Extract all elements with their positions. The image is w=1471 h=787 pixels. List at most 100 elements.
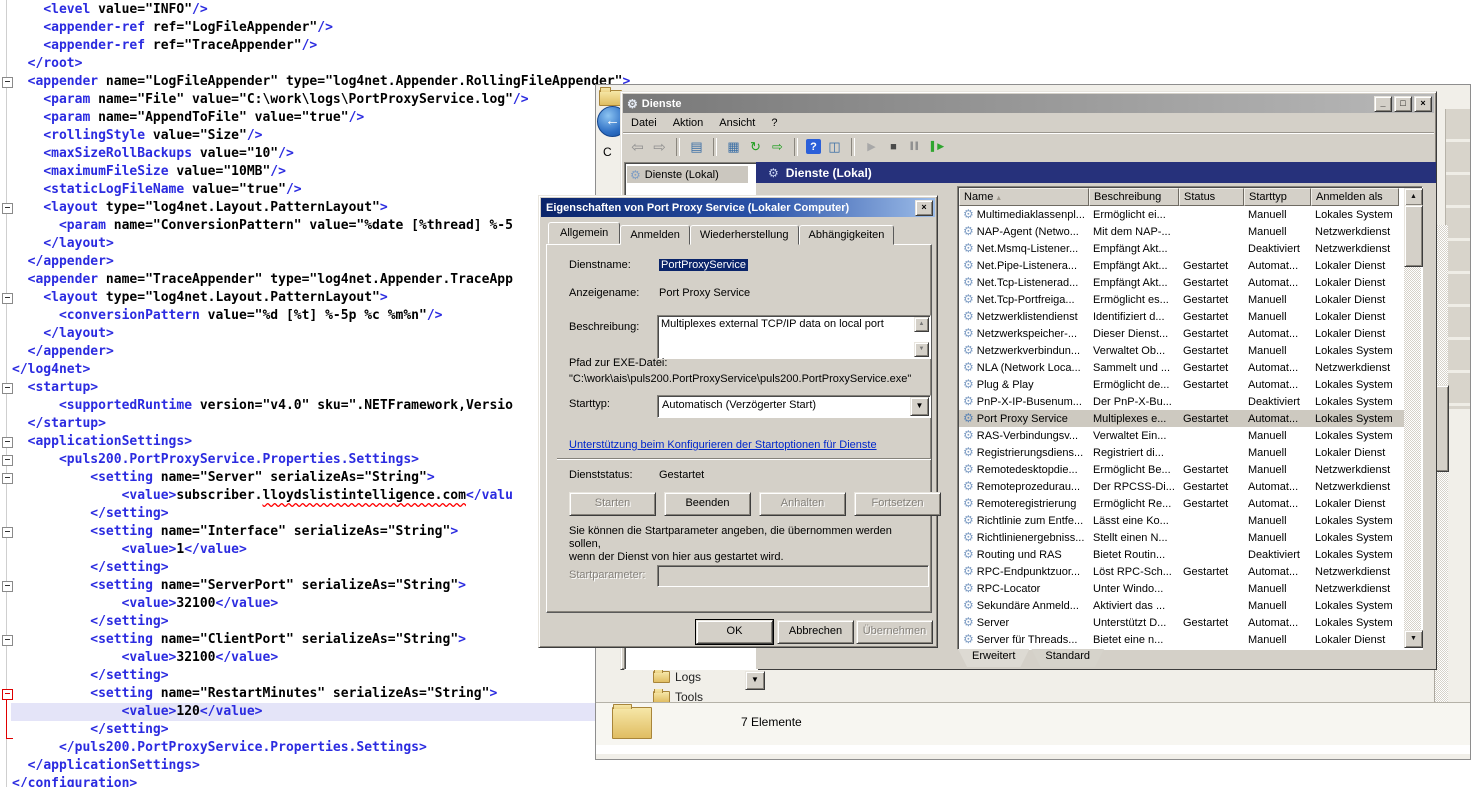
service-gear-icon: ⚙ [963, 463, 974, 476]
table-row[interactable]: ⚙Routing und RASBietet Routin...Deaktivi… [959, 546, 1404, 563]
table-row[interactable]: ⚙Net.Tcp-Portfreiga...Ermöglicht es...Ge… [959, 291, 1404, 308]
ok-button[interactable]: OK [696, 620, 773, 644]
explorer-folder-item[interactable]: Logs [653, 669, 701, 684]
table-row[interactable]: ⚙ServerUnterstützt D...GestartetAutomat.… [959, 614, 1404, 631]
menu-item-aktion[interactable]: Aktion [665, 114, 712, 132]
pause-service-icon[interactable]: ▌▌ [907, 138, 924, 155]
table-row[interactable]: ⚙NetzwerklistendienstIdentifiziert d...G… [959, 308, 1404, 325]
table-row[interactable]: ⚙Richtlinie zum Entfe...Lässt eine Ko...… [959, 512, 1404, 529]
fold-marker[interactable] [2, 689, 13, 700]
maximize-button[interactable]: □ [1394, 96, 1412, 112]
table-row[interactable]: ⚙Plug & PlayErmöglicht de...GestartetAut… [959, 376, 1404, 393]
scrollbar-thumb[interactable] [1435, 385, 1449, 472]
cancel-button[interactable]: Abbrechen [777, 620, 854, 644]
extended-view-icon[interactable]: ◫ [826, 138, 843, 155]
table-row[interactable]: ⚙Sekundäre Anmeld...Aktiviert das ...Man… [959, 597, 1404, 614]
fold-marker[interactable] [2, 437, 13, 448]
help-icon[interactable]: ? [806, 139, 821, 154]
fold-marker[interactable] [2, 77, 13, 88]
close-icon[interactable]: × [915, 200, 933, 216]
service-name-value[interactable]: PortProxyService [659, 259, 748, 271]
start-params-input[interactable] [657, 565, 929, 587]
table-row[interactable]: ⚙RPC-Endpunktzuor...Löst RPC-Sch...Gesta… [959, 563, 1404, 580]
fold-marker[interactable] [2, 527, 13, 538]
scroll-down-button[interactable]: ▼ [1404, 630, 1423, 648]
pause-button[interactable]: Anhalten [759, 492, 846, 516]
tab-abhängigkeiten[interactable]: Abhängigkeiten [799, 225, 895, 245]
table-row[interactable]: ⚙Port Proxy ServiceMultiplexes e...Gesta… [959, 410, 1404, 427]
column-header-beschreibung[interactable]: Beschreibung [1089, 188, 1179, 206]
table-row[interactable]: ⚙Server für Threads...Bietet eine n...Ma… [959, 631, 1404, 648]
list-scrollbar[interactable]: ▲ ▼ [1404, 188, 1421, 648]
tab-standard[interactable]: Standard [1031, 649, 1104, 667]
column-header-anmeldenals[interactable]: Anmelden als [1311, 188, 1399, 206]
table-row[interactable]: ⚙PnP-X-IP-Busenum...Der PnP-X-Bu...Deakt… [959, 393, 1404, 410]
table-row[interactable]: ⚙Netzwerkverbindun...Verwaltet Ob...Gest… [959, 342, 1404, 359]
tree-item-dienste-lokal[interactable]: ⚙ Dienste (Lokal) [627, 166, 748, 183]
table-cell: Lokaler Dienst [1311, 260, 1399, 272]
column-header-status[interactable]: Status [1179, 188, 1244, 206]
refresh-icon[interactable]: ↻ [747, 138, 764, 155]
start-button[interactable]: Starten [569, 492, 656, 516]
table-row[interactable]: ⚙NAP-Agent (Netwo...Mit dem NAP-...Manue… [959, 223, 1404, 240]
table-row[interactable]: ⚙Net.Tcp-Listenerad...Empfängt Akt...Ges… [959, 274, 1404, 291]
tab-wiederherstellung[interactable]: Wiederherstellung [690, 225, 799, 245]
tab-erweitert[interactable]: Erweitert [958, 649, 1029, 667]
table-row[interactable]: ⚙Richtlinienergebniss...Stellt einen N..… [959, 529, 1404, 546]
menu-item-datei[interactable]: Datei [623, 114, 665, 132]
tab-anmelden[interactable]: Anmelden [620, 225, 690, 245]
services-list[interactable]: Name ▲BeschreibungStatusStarttypAnmelden… [957, 186, 1423, 650]
dialog-titlebar[interactable]: Eigenschaften von Port Proxy Service (Lo… [541, 198, 935, 217]
tab-allgemein[interactable]: Allgemein [548, 222, 620, 244]
description-field[interactable]: Multiplexes external TCP/IP data on loca… [657, 315, 931, 359]
exe-path-label: Pfad zur EXE-Datei: [569, 357, 667, 369]
close-button[interactable]: × [1414, 96, 1432, 112]
scroll-up-icon[interactable]: ▲ [914, 317, 929, 332]
services-titlebar[interactable]: ⚙ Dienste _ □ × [623, 94, 1434, 113]
cell-text: Gestartet [1183, 413, 1228, 425]
stop-button[interactable]: Beenden [664, 492, 751, 516]
table-cell: ⚙Richtlinie zum Entfe... [959, 514, 1089, 527]
fold-marker[interactable] [2, 455, 13, 466]
table-row[interactable]: ⚙RemoteregistrierungErmöglicht Re...Gest… [959, 495, 1404, 512]
show-console-tree-icon[interactable]: ▤ [688, 138, 705, 155]
fold-marker[interactable] [2, 293, 13, 304]
scroll-up-button[interactable]: ▲ [1404, 188, 1423, 206]
properties-icon[interactable]: ▦ [725, 138, 742, 155]
table-row[interactable]: ⚙Registrierungsdiens...Registriert di...… [959, 444, 1404, 461]
stop-service-icon[interactable]: ■ [885, 138, 902, 155]
back-icon[interactable]: ⇦ [629, 138, 646, 155]
startup-type-combobox[interactable]: Automatisch (Verzögerter Start) ▼ [657, 395, 931, 418]
export-list-icon[interactable]: ⇨ [769, 138, 786, 155]
fold-marker[interactable] [2, 635, 13, 646]
table-row[interactable]: ⚙Remotedesktopdie...Ermöglicht Be...Gest… [959, 461, 1404, 478]
table-row[interactable]: ⚙RPC-LocatorUnter Windo...ManuellNetzwer… [959, 580, 1404, 597]
scrollbar-thumb[interactable] [1404, 205, 1423, 267]
table-row[interactable]: ⚙RAS-Verbindungsv...Verwaltet Ein...Manu… [959, 427, 1404, 444]
table-row[interactable]: ⚙Net.Msmq-Listener...Empfängt Akt...Deak… [959, 240, 1404, 257]
menu-item-[interactable]: ? [763, 114, 785, 132]
column-header-starttyp[interactable]: Starttyp [1244, 188, 1311, 206]
apply-button[interactable]: Übernehmen [856, 620, 933, 644]
restart-service-icon[interactable]: ▌▶ [929, 138, 946, 155]
fold-marker[interactable] [2, 473, 13, 484]
startup-options-help-link[interactable]: Unterstützung beim Konfigurieren der Sta… [569, 439, 877, 451]
chevron-down-icon[interactable]: ▼ [910, 397, 929, 416]
fold-marker[interactable] [2, 383, 13, 394]
dropdown-button[interactable]: ▼ [745, 671, 765, 690]
column-header-name[interactable]: Name ▲ [959, 188, 1089, 206]
forward-icon[interactable]: ⇨ [651, 138, 668, 155]
resume-button[interactable]: Fortsetzen [854, 492, 941, 516]
fold-marker[interactable] [2, 581, 13, 592]
table-row[interactable]: ⚙Remoteprozedurau...Der RPCSS-Di...Gesta… [959, 478, 1404, 495]
table-row[interactable]: ⚙Netzwerkspeicher-...Dieser Dienst...Ges… [959, 325, 1404, 342]
cell-text: Lokaler Dienst [1315, 277, 1385, 289]
scroll-down-icon[interactable]: ▼ [914, 342, 929, 357]
table-row[interactable]: ⚙Multimediaklassenpl...Ermöglicht ei...M… [959, 206, 1404, 223]
fold-marker[interactable] [2, 203, 13, 214]
menu-item-ansicht[interactable]: Ansicht [711, 114, 763, 132]
minimize-button[interactable]: _ [1374, 96, 1392, 112]
table-row[interactable]: ⚙NLA (Network Loca...Sammelt und ...Gest… [959, 359, 1404, 376]
start-service-icon[interactable]: ▶ [863, 138, 880, 155]
table-row[interactable]: ⚙Net.Pipe-Listenera...Empfängt Akt...Ges… [959, 257, 1404, 274]
